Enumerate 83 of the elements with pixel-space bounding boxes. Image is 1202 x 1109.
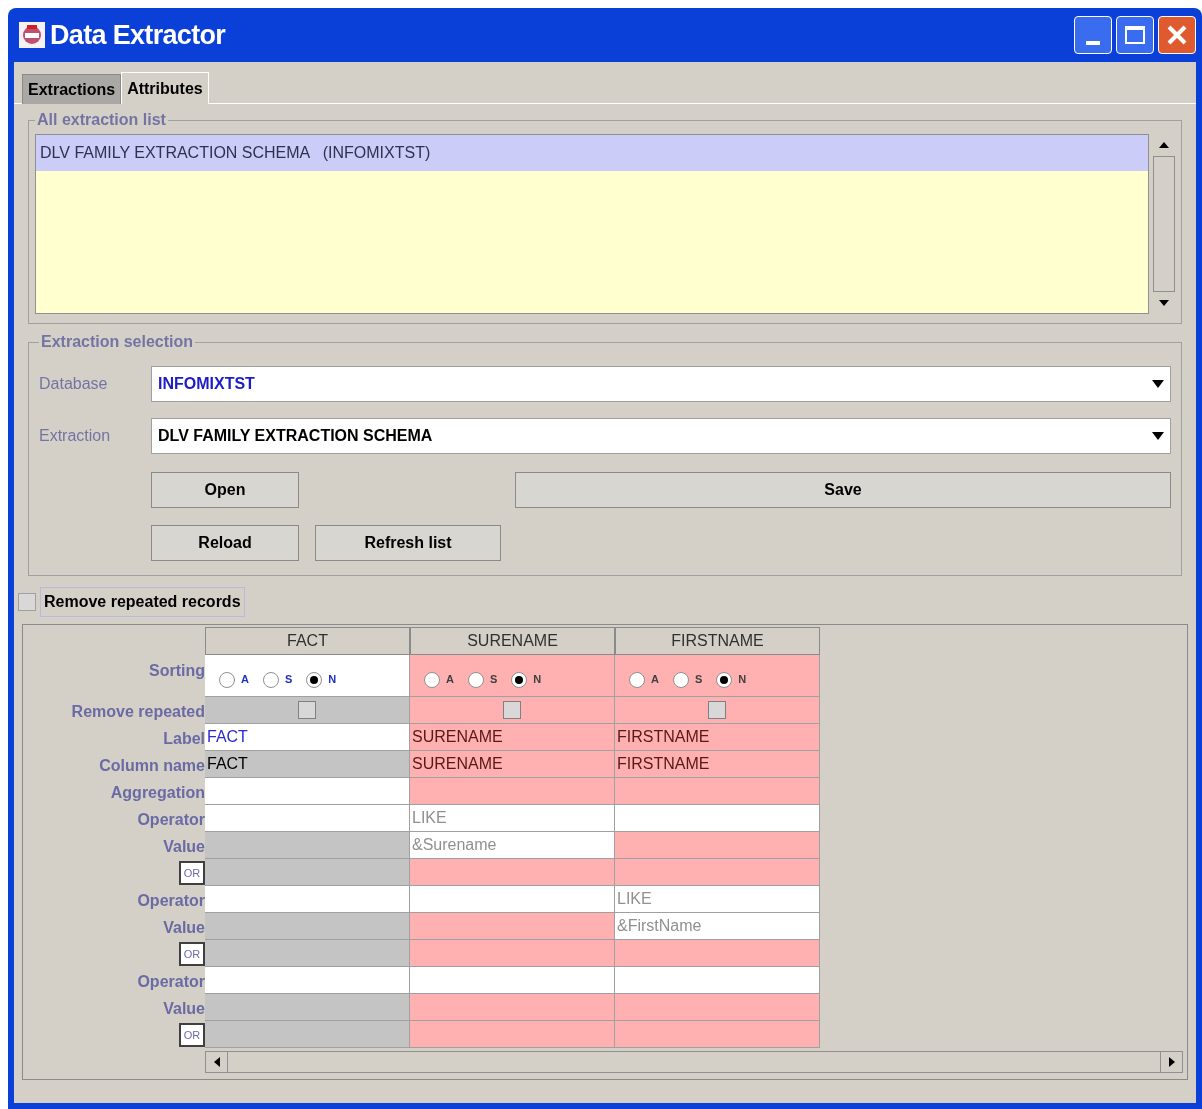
table-cell[interactable] bbox=[615, 940, 820, 967]
table-cell[interactable] bbox=[615, 994, 820, 1021]
table-cell[interactable] bbox=[615, 805, 820, 832]
row-label: Label bbox=[163, 729, 205, 749]
up-arrow-icon bbox=[1159, 142, 1169, 148]
table-cell[interactable] bbox=[205, 994, 410, 1021]
button[interactable]: Reload bbox=[151, 525, 299, 561]
horizontal-scrollbar[interactable] bbox=[205, 1051, 1183, 1073]
dropdown-arrow-icon bbox=[1152, 380, 1164, 388]
table-cell[interactable] bbox=[410, 967, 615, 994]
or-button[interactable]: OR bbox=[179, 942, 205, 966]
column-header[interactable]: FACT bbox=[205, 627, 410, 655]
table-cell[interactable] bbox=[410, 940, 615, 967]
minimize-button[interactable] bbox=[1074, 16, 1112, 54]
table-cell[interactable] bbox=[205, 859, 410, 886]
tab[interactable]: Extractions bbox=[22, 74, 122, 104]
button[interactable]: Refresh list bbox=[315, 525, 501, 561]
checkbox[interactable] bbox=[708, 701, 726, 719]
dropdown[interactable]: INFOMIXTST bbox=[151, 366, 1171, 402]
table-cell[interactable] bbox=[615, 967, 820, 994]
dropdown-arrow-icon bbox=[1152, 432, 1164, 440]
row-label: Operator bbox=[137, 810, 205, 830]
or-button[interactable]: OR bbox=[179, 861, 205, 885]
table-cell: FIRSTNAME bbox=[615, 751, 820, 778]
row-label: Value bbox=[163, 837, 205, 857]
table-cell[interactable] bbox=[615, 1021, 820, 1048]
field-label: Extraction bbox=[39, 426, 112, 446]
group-title: All extraction list bbox=[36, 110, 167, 130]
or-button[interactable]: OR bbox=[179, 1023, 205, 1047]
table-cell[interactable] bbox=[410, 859, 615, 886]
down-arrow-icon bbox=[1159, 300, 1169, 306]
column-header[interactable]: SURENAME bbox=[410, 627, 615, 655]
table-cell[interactable] bbox=[410, 778, 615, 805]
table-cell[interactable]: A S N bbox=[205, 655, 410, 697]
left-arrow-icon bbox=[213, 1057, 220, 1067]
checkbox-label[interactable]: Remove repeated records bbox=[40, 587, 245, 617]
button[interactable]: Open bbox=[151, 472, 299, 508]
table-cell[interactable]: A S N bbox=[410, 655, 615, 697]
table-cell[interactable] bbox=[205, 778, 410, 805]
table-cell[interactable] bbox=[205, 886, 410, 913]
table-cell[interactable]: SURENAME bbox=[410, 724, 615, 751]
right-arrow-icon bbox=[1168, 1057, 1175, 1067]
checkbox[interactable] bbox=[503, 701, 521, 719]
checkbox[interactable] bbox=[298, 701, 316, 719]
group-title: Extraction selection bbox=[40, 332, 195, 352]
row-label: Column name bbox=[99, 756, 205, 776]
table-cell[interactable] bbox=[615, 778, 820, 805]
window-title: Data Extractor bbox=[50, 18, 226, 52]
table-cell[interactable] bbox=[205, 1021, 410, 1048]
table-cell[interactable]: FIRSTNAME bbox=[615, 724, 820, 751]
row-label: Value bbox=[163, 918, 205, 938]
table-cell[interactable] bbox=[410, 994, 615, 1021]
dropdown[interactable]: DLV FAMILY EXTRACTION SCHEMA bbox=[151, 418, 1171, 454]
list-item[interactable]: DLV FAMILY EXTRACTION SCHEMA (INFOMIXTST) bbox=[36, 135, 1148, 171]
row-label: Aggregation bbox=[110, 783, 205, 803]
field-label: Database bbox=[39, 374, 109, 394]
tab[interactable]: Attributes bbox=[121, 72, 209, 104]
column-header[interactable]: FIRSTNAME bbox=[615, 627, 820, 655]
table-cell[interactable] bbox=[205, 805, 410, 832]
table-cell: FACT bbox=[205, 751, 410, 778]
app-icon bbox=[18, 21, 46, 49]
row-label: Remove repeated bbox=[71, 702, 205, 722]
table-cell: SURENAME bbox=[410, 751, 615, 778]
table-cell[interactable] bbox=[615, 832, 820, 859]
table-cell[interactable] bbox=[410, 886, 615, 913]
table-cell[interactable] bbox=[205, 940, 410, 967]
checkbox[interactable] bbox=[18, 593, 36, 611]
close-icon bbox=[1166, 24, 1188, 46]
button[interactable]: Save bbox=[515, 472, 1171, 508]
table-cell[interactable]: FACT bbox=[205, 724, 410, 751]
maximize-button[interactable] bbox=[1116, 16, 1154, 54]
row-label: Operator bbox=[137, 972, 205, 992]
row-label: Sorting bbox=[149, 661, 205, 681]
row-label: Operator bbox=[137, 891, 205, 911]
table-cell[interactable] bbox=[615, 859, 820, 886]
table-cell[interactable] bbox=[410, 913, 615, 940]
close-button[interactable] bbox=[1158, 16, 1196, 54]
table-cell[interactable]: A S N bbox=[615, 655, 820, 697]
table-cell[interactable] bbox=[205, 967, 410, 994]
table-cell[interactable] bbox=[410, 1021, 615, 1048]
row-label: Value bbox=[163, 999, 205, 1019]
table-cell[interactable] bbox=[205, 913, 410, 940]
table-cell[interactable] bbox=[205, 832, 410, 859]
